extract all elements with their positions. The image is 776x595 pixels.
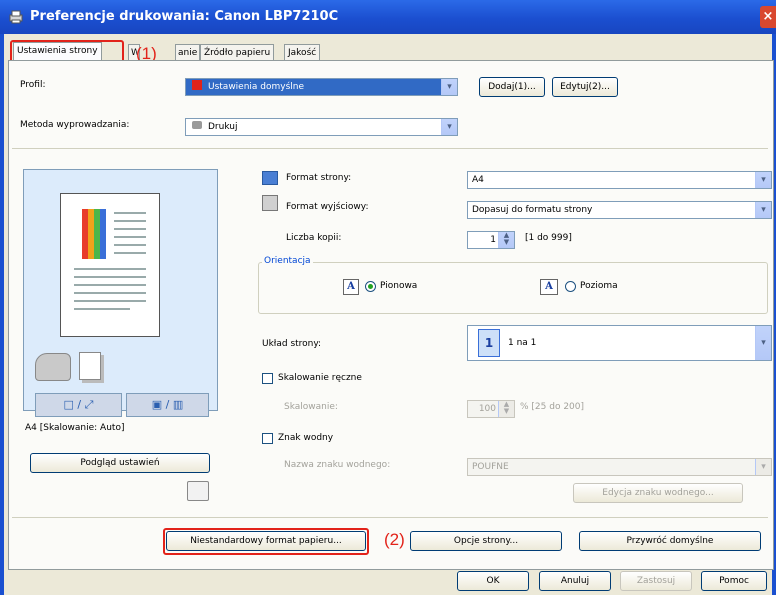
watermark-checkbox[interactable] [262, 433, 273, 444]
ok-button[interactable]: OK [457, 571, 529, 591]
profile-label: Profil: [20, 80, 46, 90]
landscape-label: Pozioma [580, 281, 618, 291]
orientation-group-label: Orientacja [262, 256, 313, 266]
edit-profile-button[interactable]: Edytuj(2)... [552, 77, 618, 97]
copies-value: 1 [490, 235, 496, 245]
window-title: Preferencje drukowania: Canon LBP7210C [30, 9, 339, 24]
layout-icon: 1 [478, 328, 500, 357]
profile-value: Ustawienia domyślne [208, 82, 305, 92]
page-format-select[interactable]: A4 ▾ [467, 171, 772, 189]
preview-page-image [60, 193, 160, 337]
scaling-value: 100 [478, 404, 496, 414]
spinner-icon[interactable]: ▲ ▼ [498, 232, 514, 248]
chevron-down-icon[interactable]: ▾ [755, 172, 771, 188]
finishing-preview-icon[interactable]: ▣ / ▥ [126, 393, 209, 417]
edit-watermark-button[interactable]: Edycja znaku wodnego... [573, 483, 743, 503]
page-layout-value: 1 na 1 [508, 338, 537, 348]
portrait-radio[interactable] [365, 281, 376, 292]
cancel-button[interactable]: Anuluj [539, 571, 611, 591]
manual-scaling-checkbox[interactable] [262, 373, 273, 384]
chevron-down-icon[interactable]: ▾ [755, 326, 771, 360]
close-button[interactable]: × [760, 6, 776, 28]
scaling-range: % [25 do 200] [520, 402, 585, 412]
output-format-label: Format wyjściowy: [286, 202, 369, 212]
copies-input[interactable]: 1 ▲ ▼ [467, 231, 515, 249]
landscape-icon: A [540, 279, 558, 295]
output-format-value: Dopasuj do formatu strony [472, 205, 593, 215]
custom-paper-size-button[interactable]: Niestandardowy format papieru... [166, 531, 366, 551]
profile-select[interactable]: Ustawienia domyślne ▾ [185, 78, 458, 96]
apply-button[interactable]: Zastosuj [620, 571, 692, 591]
help-button[interactable]: Pomoc [701, 571, 767, 591]
divider [12, 517, 768, 518]
page-format-label: Format strony: [286, 173, 352, 183]
preview-settings-button[interactable]: Podgląd ustawień [30, 453, 210, 473]
settings-confirm-icon[interactable] [187, 481, 209, 501]
watermark-name-label: Nazwa znaku wodnego: [284, 460, 391, 470]
page-format-value: A4 [472, 175, 484, 185]
copies-label: Liczba kopii: [286, 233, 342, 243]
watermark-value: POUFNE [472, 462, 509, 472]
page-layout-label: Układ strony: [262, 339, 322, 349]
copies-range: [1 do 999] [525, 233, 572, 243]
chevron-down-icon[interactable]: ▾ [755, 459, 771, 475]
output-format-icon [262, 195, 278, 211]
chevron-down-icon[interactable]: ▾ [441, 119, 457, 135]
restore-defaults-button[interactable]: Przywróć domyślne [579, 531, 761, 551]
output-format-select[interactable]: Dopasuj do formatu strony ▾ [467, 201, 772, 219]
print-icon [192, 121, 202, 129]
page-format-icon [262, 171, 278, 185]
watermark-select[interactable]: POUFNE ▾ [467, 458, 772, 476]
output-method-value: Drukuj [208, 122, 238, 132]
landscape-radio[interactable] [565, 281, 576, 292]
preview-caption: A4 [Skalowanie: Auto] [25, 423, 125, 433]
watermark-label: Znak wodny [278, 433, 334, 443]
portrait-label: Pionowa [380, 281, 418, 291]
window-border-left [0, 34, 4, 595]
orientation-group [258, 262, 768, 314]
callout-label-2: (2) [384, 530, 405, 549]
profile-icon [192, 80, 202, 90]
orientation-preview-icon[interactable]: □ / ⤢ [35, 393, 122, 417]
chevron-down-icon[interactable]: ▾ [755, 202, 771, 218]
page-options-button[interactable]: Opcje strony... [410, 531, 562, 551]
output-method-label: Metoda wyprowadzania: [20, 120, 130, 130]
chevron-down-icon[interactable]: ▾ [441, 79, 457, 95]
scaling-label: Skalowanie: [284, 402, 338, 412]
output-method-select[interactable]: Drukuj ▾ [185, 118, 458, 136]
divider [12, 148, 768, 149]
spinner-icon[interactable]: ▲ ▼ [498, 401, 514, 417]
manual-scaling-label: Skalowanie ręczne [278, 373, 362, 383]
add-profile-button[interactable]: Dodaj(1)... [479, 77, 545, 97]
page-layout-select[interactable]: 1 1 na 1 ▾ [467, 325, 772, 361]
scaling-input[interactable]: 100 ▲ ▼ [467, 400, 515, 418]
printer-icon [9, 10, 23, 24]
stack-pages-icon [79, 352, 101, 380]
printer-paper-icon [35, 353, 71, 381]
portrait-icon: A [343, 279, 359, 295]
